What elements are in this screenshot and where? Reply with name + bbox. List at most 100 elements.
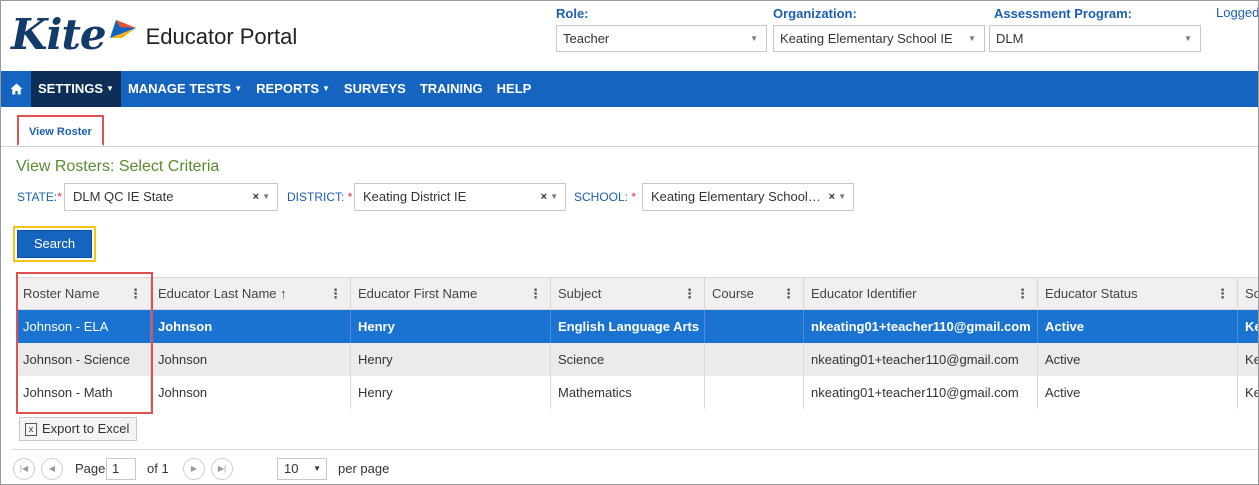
col-course[interactable]: Course ⋮	[705, 278, 804, 310]
column-menu-icon[interactable]: ⋮	[529, 278, 542, 310]
district-value: Keating District IE	[363, 189, 467, 204]
nav-help[interactable]: HELP	[490, 71, 539, 107]
organization-value: Keating Elementary School IE	[780, 31, 953, 46]
school-select[interactable]: Keating Elementary School… × ▼	[642, 183, 854, 211]
next-page-icon[interactable]: ▶	[183, 458, 205, 480]
role-value: Teacher	[563, 31, 610, 46]
district-select[interactable]: Keating District IE × ▼	[354, 183, 566, 211]
portal-title: Educator Portal	[145, 24, 298, 49]
cell-roster-name: Johnson - Science	[16, 343, 151, 376]
organization-label: Organization:	[773, 6, 857, 21]
prev-page-icon[interactable]: ◀	[41, 458, 63, 480]
assessment-program-field: Assessment Program: DLM ▼	[989, 5, 1201, 52]
col-header-label: Educator Identifier	[811, 286, 917, 301]
cell-identifier: nkeating01+teacher110@gmail.com	[804, 310, 1038, 343]
main-nav: SETTINGS ▼ MANAGE TESTS ▼ REPORTS ▼ SURVEYS…	[1, 71, 1258, 107]
required-marker: *	[57, 190, 62, 204]
cell-course	[705, 376, 804, 409]
page-size-select[interactable]: 10 ▼	[277, 458, 327, 480]
cell-roster-name: Johnson - Math	[16, 376, 151, 409]
app-window: Kite Educator Portal Role: Teacher ▼ Org…	[0, 0, 1259, 485]
cell-identifier: nkeating01+teacher110@gmail.com	[804, 376, 1038, 409]
assessment-program-select[interactable]: DLM ▼	[989, 25, 1201, 52]
col-educator-last-name[interactable]: Educator Last Name ↑ ⋮	[151, 278, 351, 310]
assessment-program-label: Assessment Program:	[994, 6, 1132, 21]
search-button[interactable]: Search	[17, 230, 92, 258]
cell-course	[705, 310, 804, 343]
nav-reports[interactable]: REPORTS ▼	[249, 71, 337, 107]
col-roster-name[interactable]: Roster Name ⋮	[16, 278, 151, 310]
cell-status: Active	[1038, 343, 1238, 376]
school-label-text: SCHOOL:	[574, 190, 629, 204]
last-page-icon[interactable]: ▶|	[211, 458, 233, 480]
clear-icon[interactable]: ×	[541, 184, 547, 210]
cell-subject: English Language Arts	[551, 310, 705, 343]
caret-down-icon: ▼	[234, 84, 243, 93]
table-row[interactable]: Johnson - Math Johnson Henry Mathematics…	[16, 376, 1258, 409]
nav-training[interactable]: TRAINING	[413, 71, 490, 107]
per-page-label: per page	[338, 461, 390, 476]
cell-identifier: nkeating01+teacher110@gmail.com	[804, 343, 1038, 376]
cell-first-name: Henry	[351, 376, 551, 409]
role-select[interactable]: Teacher ▼	[556, 25, 767, 52]
nav-manage-tests-label: MANAGE TESTS	[127, 81, 232, 96]
table-row[interactable]: Johnson - ELA Johnson Henry English Lang…	[16, 310, 1258, 343]
column-menu-icon[interactable]: ⋮	[329, 278, 342, 310]
col-header-label: Sc	[1245, 286, 1259, 301]
col-header-label: Roster Name	[23, 286, 100, 301]
caret-down-icon: ▼	[322, 84, 330, 93]
export-to-excel-button[interactable]: x Export to Excel	[19, 417, 138, 441]
cell-last-name: Johnson	[151, 310, 351, 343]
col-educator-first-name[interactable]: Educator First Name ⋮	[351, 278, 551, 310]
cell-course	[705, 343, 804, 376]
logged-in-link[interactable]: Logged	[1216, 5, 1258, 20]
col-header-label: Subject	[558, 286, 602, 301]
column-menu-icon[interactable]: ⋮	[129, 278, 142, 310]
sub-tabs: View Roster	[1, 107, 1258, 147]
table-header: Roster Name ⋮ Educator Last Name ↑ ⋮ Educa…	[16, 277, 1259, 310]
role-field: Role: Teacher ▼	[556, 5, 767, 52]
col-educator-status[interactable]: Educator Status ⋮	[1038, 278, 1238, 310]
cell-school: Ke	[1245, 352, 1258, 367]
chevron-down-icon: ▼	[968, 34, 976, 43]
required-marker: *	[631, 190, 637, 204]
chevron-down-icon: ▼	[750, 34, 758, 43]
col-school[interactable]: Sc	[1238, 278, 1259, 310]
search-highlight: Search	[13, 226, 96, 262]
page-label: Page	[75, 461, 106, 476]
home-button[interactable]	[1, 71, 31, 107]
col-subject[interactable]: Subject ⋮	[551, 278, 705, 310]
nav-settings[interactable]: SETTINGS ▼	[31, 71, 121, 107]
column-menu-icon[interactable]: ⋮	[782, 278, 795, 310]
cell-school: Ke	[1245, 385, 1258, 400]
cell-status: Active	[1038, 310, 1238, 343]
page-input[interactable]: 1	[106, 458, 136, 480]
clear-icon[interactable]: ×	[253, 184, 259, 210]
tab-view-roster[interactable]: View Roster	[17, 115, 104, 146]
table-row[interactable]: Johnson - Science Johnson Henry Science …	[16, 343, 1258, 376]
nav-surveys[interactable]: SURVEYS	[337, 71, 413, 107]
clear-icon[interactable]: ×	[829, 184, 835, 210]
criteria-title: View Rosters: Select Criteria	[16, 158, 220, 175]
caret-down-icon: ▼	[106, 84, 114, 93]
organization-select[interactable]: Keating Elementary School IE ▼	[773, 25, 985, 52]
nav-reports-label: REPORTS	[256, 81, 319, 96]
pager: |◀ ◀ Page 1 of 1 ▶ ▶| 10 ▼ per page	[11, 449, 1258, 483]
column-menu-icon[interactable]: ⋮	[1016, 278, 1029, 310]
col-header-label: Educator Status	[1045, 286, 1138, 301]
nav-manage-tests[interactable]: MANAGE TESTS ▼	[121, 71, 249, 107]
column-menu-icon[interactable]: ⋮	[683, 278, 696, 310]
state-label-text: STATE:	[17, 190, 58, 204]
cell-roster-name: Johnson - ELA	[16, 310, 151, 343]
assessment-program-value: DLM	[996, 31, 1024, 46]
chevron-down-icon: ▼	[838, 192, 846, 201]
cell-subject: Science	[551, 343, 705, 376]
first-page-icon[interactable]: |◀	[13, 458, 35, 480]
column-menu-icon[interactable]: ⋮	[1216, 278, 1229, 310]
col-educator-identifier[interactable]: Educator Identifier ⋮	[804, 278, 1038, 310]
chevron-down-icon: ▼	[550, 192, 558, 201]
state-value: DLM QC IE State	[73, 189, 174, 204]
district-label: DISTRICT: *	[287, 190, 352, 204]
state-select[interactable]: DLM QC IE State × ▼	[64, 183, 278, 211]
required-marker: *	[347, 190, 353, 204]
